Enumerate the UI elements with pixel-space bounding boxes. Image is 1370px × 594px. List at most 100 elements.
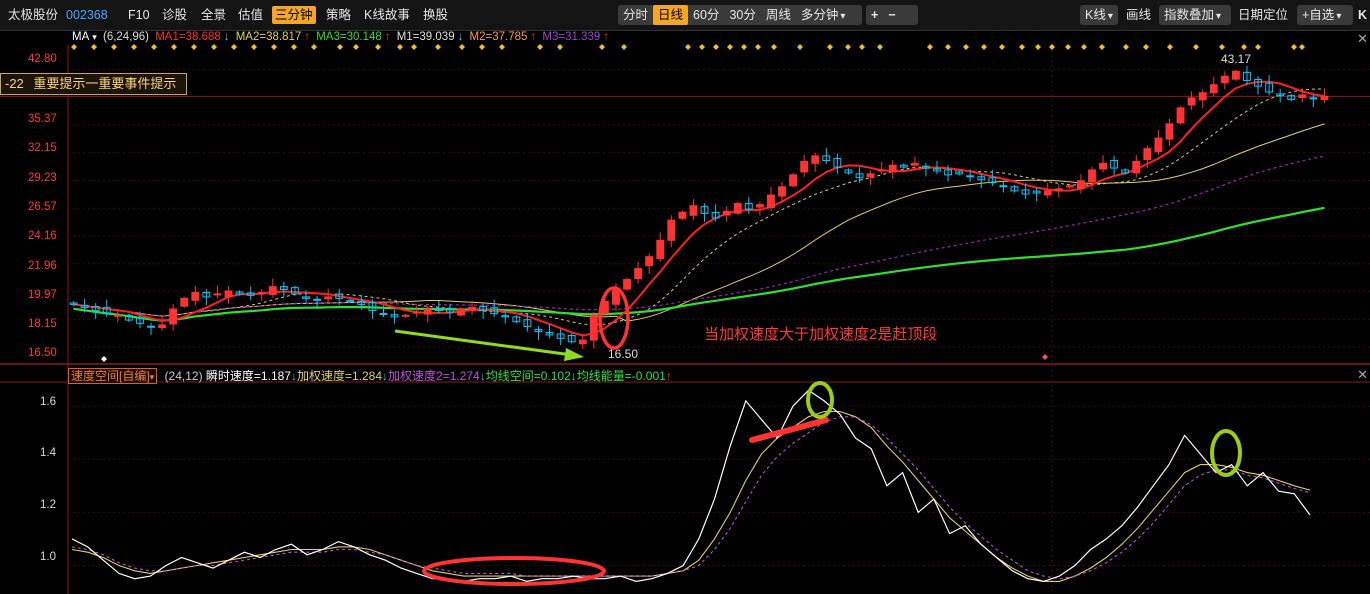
instant-speed-value: 瞬时速度=1.187 <box>205 369 291 383</box>
weighted-speed2-value: 加权速度2=1.274 <box>388 369 480 383</box>
event-marker-icon <box>685 44 691 50</box>
event-marker-icon <box>771 44 777 50</box>
candle-body <box>468 306 476 311</box>
event-marker-icon <box>945 44 951 50</box>
candle-body <box>866 173 875 178</box>
event-marker-icon <box>231 44 237 50</box>
event-marker-icon <box>877 44 883 50</box>
close-icon[interactable]: ✕ <box>1357 367 1368 383</box>
three-minutes-button[interactable]: 三分钟 <box>272 6 316 24</box>
candle-body <box>1132 160 1141 174</box>
event-tooltip[interactable]: -22 重要提示一重要事件提示 <box>0 73 188 95</box>
candle-body <box>257 291 266 294</box>
red-ellipse-icon <box>422 556 606 586</box>
kline-dropdown-wrap: K线 <box>1080 5 1118 25</box>
draw-line-button[interactable]: 画线 <box>1126 6 1151 24</box>
event-marker-icon <box>741 44 747 50</box>
green-circle-icon <box>806 381 834 419</box>
event-marker-icon <box>599 44 605 50</box>
event-marker-icon <box>1049 44 1055 50</box>
index-overlay-dropdown[interactable]: 指数叠加 <box>1159 5 1226 27</box>
event-marker-icon <box>1167 44 1173 50</box>
m3-value: M3=31.339 <box>542 31 601 43</box>
indicator-lines <box>71 389 1311 583</box>
overview-button[interactable]: 全景 <box>201 6 226 24</box>
candle-body <box>158 324 167 329</box>
candle-body <box>811 155 820 164</box>
candle-body <box>733 203 742 214</box>
candle-body <box>999 185 1008 188</box>
ind-y-tick-label: 1.4 <box>40 447 56 459</box>
top-toolbar: 太极股份 002368 F10 诊股 全景 估值 三分钟 策略 K线故事 换股 … <box>0 0 1370 31</box>
event-marker-icon <box>291 44 297 50</box>
close-icon[interactable]: ✕ <box>1357 31 1368 47</box>
event-marker-icon <box>1019 44 1025 50</box>
event-marker-icon <box>827 44 833 50</box>
watchlist-wrap: +自选 <box>1297 5 1353 25</box>
event-marker-icon <box>927 44 933 50</box>
switch-stock-button[interactable]: 换股 <box>423 6 448 24</box>
kline-story-button[interactable]: K线故事 <box>364 6 410 24</box>
tab-60min[interactable]: 60分 <box>688 5 724 25</box>
weighted-speed2-line <box>71 416 1311 580</box>
candle-body <box>1231 70 1240 80</box>
valuation-button[interactable]: 估值 <box>238 6 263 24</box>
diagnose-button[interactable]: 诊股 <box>162 6 187 24</box>
zoom-in-button[interactable]: + <box>866 5 883 25</box>
f10-button[interactable]: F10 <box>128 6 150 24</box>
event-marker-icon <box>151 44 157 50</box>
candle-body <box>1054 188 1063 192</box>
date-locate-button[interactable]: 日期定位 <box>1238 6 1288 24</box>
weighted-speed-value: 加权速度=1.284 <box>296 369 383 383</box>
chart-canvas[interactable] <box>0 30 1370 594</box>
indicator-name-dropdown[interactable]: 速度空间[自编]▾ <box>68 368 158 384</box>
event-marker-icon <box>435 44 441 50</box>
candle-body <box>1298 94 1307 99</box>
green-arrow-icon <box>394 329 573 357</box>
ma-indicator-name[interactable]: MA <box>72 31 89 43</box>
candle-body <box>169 308 178 325</box>
y-tick-label: 26.57 <box>28 201 57 213</box>
candle-body <box>224 290 233 298</box>
tab-intraday[interactable]: 分时 <box>618 5 653 25</box>
event-marker-icon <box>1099 44 1105 50</box>
candle-body <box>1165 123 1174 140</box>
annotation-text: 当加权速度大于加权速度2是赶顶段 <box>704 326 938 343</box>
candle-body <box>678 211 687 219</box>
tab-weekly[interactable]: 周线 <box>761 5 796 25</box>
event-marker-icon <box>1241 44 1247 50</box>
event-marker-icon <box>375 44 381 50</box>
candle-body <box>634 268 643 280</box>
tab-daily[interactable]: 日线 <box>653 5 689 25</box>
zoom-out-button[interactable]: − <box>883 5 900 25</box>
tab-multi-minute[interactable]: 多分钟 <box>796 5 851 27</box>
event-marker-icon <box>411 44 417 50</box>
stock-name[interactable]: 太极股份 <box>8 6 58 24</box>
stock-code[interactable]: 002368 <box>66 6 108 24</box>
kline-type-dropdown[interactable]: K线 <box>1080 5 1118 27</box>
candle-body <box>1209 84 1218 94</box>
event-marker-icon <box>1065 44 1071 50</box>
indicator-legend: 速度空间[自编]▾ (24,12) 瞬时速度=1.187↓加权速度=1.284↓… <box>68 367 672 384</box>
period-selector: 分时 日线 60分 30分 周线 多分钟 <box>618 5 862 25</box>
candle-body <box>213 293 222 296</box>
add-watchlist-dropdown[interactable]: +自选 <box>1297 5 1346 27</box>
event-marker-icon <box>71 44 77 50</box>
event-marker-icon <box>755 44 761 50</box>
event-marker-icon <box>353 44 359 50</box>
m2-value: M2=37.785 <box>469 31 528 43</box>
y-tick-label: 32.15 <box>28 142 57 154</box>
ma-space-value: 均线空间=0.102 <box>485 369 571 383</box>
strategy-button[interactable]: 策略 <box>326 6 351 24</box>
event-marker-icon <box>191 44 197 50</box>
candle-body <box>656 239 665 260</box>
candle-body <box>412 311 421 314</box>
event-marker-icon <box>621 44 627 50</box>
tab-30min[interactable]: 30分 <box>724 5 760 25</box>
y-tick-label: 21.96 <box>28 260 57 272</box>
candle-body <box>877 169 886 172</box>
ind-y-tick-label: 1.2 <box>40 499 56 511</box>
candle-body <box>667 219 676 241</box>
y-tick-label: 42.80 <box>28 53 57 65</box>
candle-body <box>623 279 631 290</box>
